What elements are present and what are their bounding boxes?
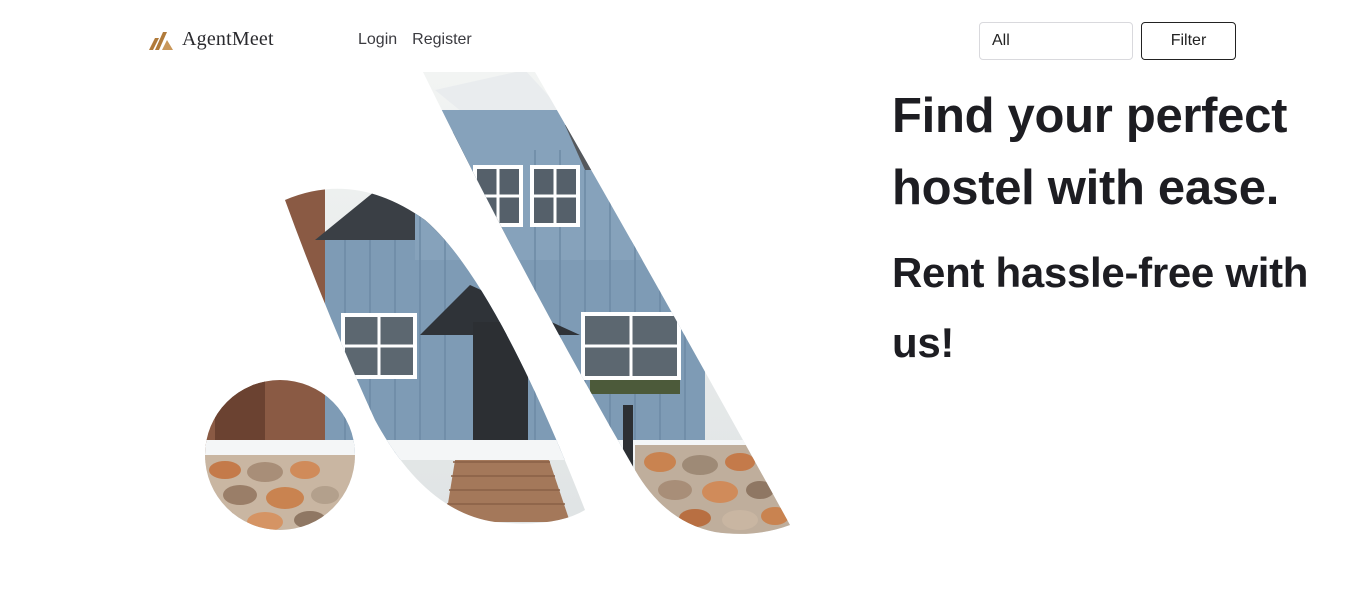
register-link[interactable]: Register	[412, 31, 472, 49]
hero-text: Find your perfect hostel with ease. Rent…	[892, 80, 1322, 378]
hero-headline: Find your perfect hostel with ease.	[892, 89, 1288, 215]
nav-links: Login Register	[358, 31, 472, 49]
brand-logo[interactable]: AgentMeet	[148, 28, 274, 51]
filter-button[interactable]: Filter	[1141, 22, 1236, 60]
brand-name: AgentMeet	[182, 28, 274, 50]
house-photo-collage	[205, 72, 790, 534]
agentmeet-logo-icon	[149, 31, 173, 50]
hero-subheadline: Rent hassle-free with us!	[892, 249, 1309, 366]
login-link[interactable]: Login	[358, 31, 397, 49]
filter-select[interactable]: All	[979, 22, 1133, 60]
